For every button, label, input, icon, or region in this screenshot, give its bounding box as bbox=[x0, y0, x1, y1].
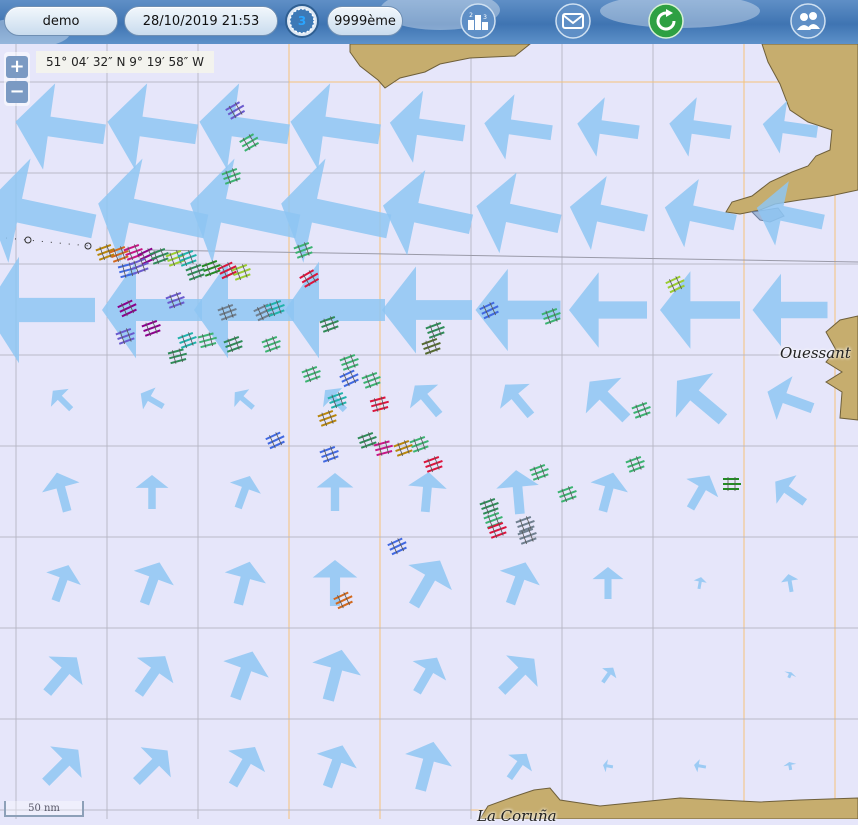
refresh-button[interactable] bbox=[648, 3, 684, 39]
race-map[interactable]: Ouessant La Coruña bbox=[0, 44, 858, 825]
messages-button[interactable] bbox=[555, 3, 591, 39]
player-name: demo bbox=[42, 13, 80, 29]
zoom-out-button[interactable]: − bbox=[6, 81, 28, 103]
zoom-control: + − bbox=[4, 52, 30, 106]
speed-badge: 3 bbox=[298, 14, 306, 28]
place-label-la-coruna: La Coruña bbox=[477, 807, 557, 825]
ranking-button[interactable]: 2 3 bbox=[460, 3, 496, 39]
players-button[interactable] bbox=[790, 3, 826, 39]
users-icon bbox=[790, 3, 826, 39]
svg-text:2: 2 bbox=[469, 12, 473, 19]
rank-button[interactable]: 9999ème bbox=[327, 6, 403, 36]
place-label-ouessant: Ouessant bbox=[780, 344, 851, 362]
cursor-coordinates: 51° 04′ 32″ N 9° 19′ 58″ W bbox=[36, 51, 214, 73]
zoom-in-button[interactable]: + bbox=[6, 56, 28, 78]
svg-text:3: 3 bbox=[483, 14, 487, 21]
podium-icon: 2 3 bbox=[460, 3, 496, 39]
scale-bar: 50 nm bbox=[4, 801, 84, 817]
player-name-button[interactable]: demo bbox=[4, 6, 118, 36]
datetime: 28/10/2019 21:53 bbox=[142, 13, 260, 29]
refresh-icon bbox=[648, 3, 684, 39]
map-canvas[interactable] bbox=[0, 44, 858, 819]
rank: 9999ème bbox=[334, 13, 396, 29]
speed-dial-icon: 3 bbox=[285, 4, 319, 38]
datetime-button[interactable]: 28/10/2019 21:53 bbox=[124, 6, 278, 36]
top-toolbar: demo 28/10/2019 21:53 3 9999ème 2 3 bbox=[0, 0, 858, 44]
envelope-icon bbox=[555, 3, 591, 39]
boat-marker[interactable] bbox=[723, 477, 741, 491]
speed-dial-button[interactable]: 3 bbox=[284, 3, 320, 39]
